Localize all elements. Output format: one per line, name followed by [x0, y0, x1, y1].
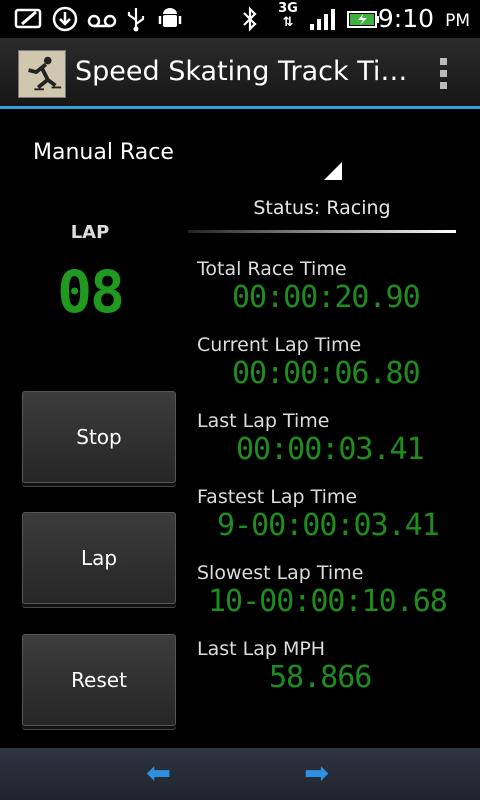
spinner-arrow-icon: [324, 162, 342, 180]
network-3g-icon: 3G ⇅: [278, 1, 298, 30]
race-mode-selected: Manual Race: [33, 140, 174, 165]
arrow-right-icon[interactable]: ➡: [304, 756, 329, 791]
last-lap-time-value: 00:00:03.41: [236, 432, 425, 467]
clock-time: 9:10: [377, 4, 434, 33]
android-debug-icon: [158, 8, 182, 27]
clock-ampm: PM: [445, 11, 470, 31]
current-lap-time-label: Current Lap Time: [197, 334, 362, 356]
bottom-nav-bar: ⬅ ➡: [0, 748, 480, 800]
fastest-lap-time-value: 9-00:00:03.41: [217, 508, 440, 543]
total-race-time-label: Total Race Time: [197, 258, 347, 280]
status-bar: 3G ⇅ 9:10 PM: [0, 0, 480, 38]
battery-charging-icon: [347, 11, 379, 28]
lap-label: LAP: [70, 222, 110, 243]
race-mode-spinner[interactable]: Manual Race: [0, 138, 360, 186]
signal-icon: [310, 9, 335, 30]
arrow-left-icon[interactable]: ⬅: [146, 756, 171, 791]
app-title: Speed Skating Track Ti…: [75, 56, 408, 87]
overflow-menu-icon[interactable]: [440, 58, 448, 94]
reset-button[interactable]: Reset: [22, 634, 176, 726]
download-icon: [52, 6, 78, 32]
mail-icon: [14, 8, 42, 29]
lap-button[interactable]: Lap: [22, 512, 176, 604]
slowest-lap-time-value: 10-00:00:10.68: [208, 584, 448, 619]
last-lap-time-label: Last Lap Time: [197, 410, 330, 432]
speed-skater-icon[interactable]: [18, 50, 66, 98]
total-race-time-value: 00:00:20.90: [232, 280, 421, 315]
stop-button[interactable]: Stop: [22, 391, 176, 483]
voicemail-icon: [87, 14, 117, 28]
fastest-lap-time-label: Fastest Lap Time: [197, 486, 358, 508]
race-status: Status: Racing: [253, 197, 391, 219]
action-bar: Speed Skating Track Ti…: [0, 38, 480, 109]
current-lap-time-value: 00:00:06.80: [232, 356, 421, 391]
slowest-lap-time-label: Slowest Lap Time: [197, 562, 364, 584]
lap-count: 08: [57, 258, 125, 326]
status-divider: [188, 230, 456, 233]
usb-icon: [127, 8, 145, 32]
bluetooth-icon: [243, 6, 257, 32]
last-lap-mph-label: Last Lap MPH: [197, 638, 326, 660]
last-lap-mph-value: 58.866: [269, 660, 372, 695]
